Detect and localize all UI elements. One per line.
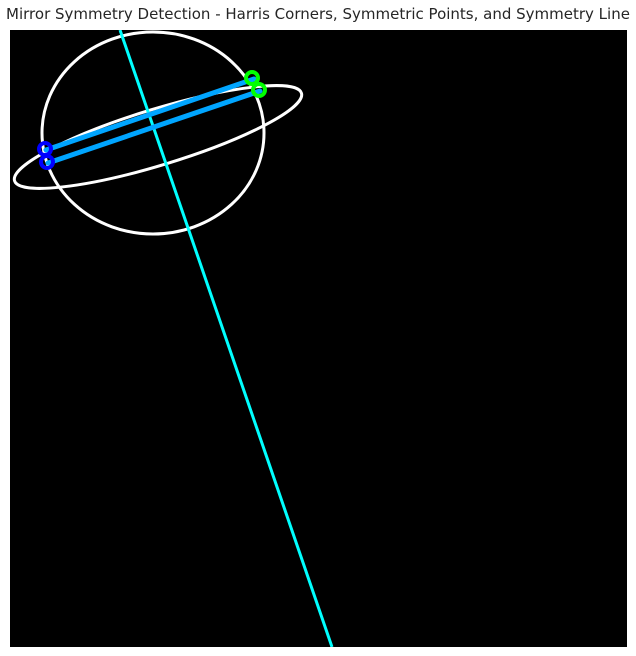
- image-panel: [10, 30, 627, 647]
- figure: Mirror Symmetry Detection - Harris Corne…: [0, 0, 636, 656]
- detection-image: [10, 30, 627, 647]
- image-background: [10, 30, 627, 647]
- figure-title: Mirror Symmetry Detection - Harris Corne…: [6, 5, 630, 23]
